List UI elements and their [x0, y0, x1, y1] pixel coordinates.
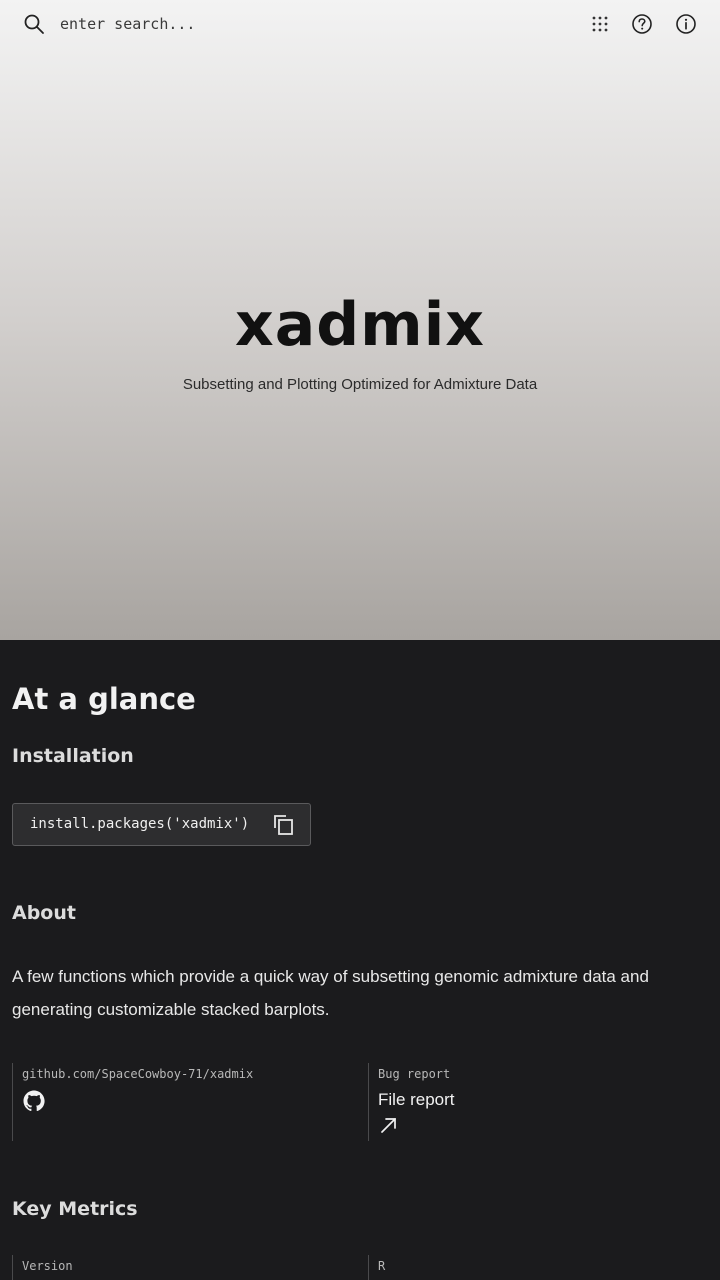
key-metrics-heading: Key Metrics [12, 1198, 138, 1220]
about-heading: About [12, 902, 76, 924]
bug-report-label: Bug report [378, 1067, 451, 1081]
file-report-link[interactable]: File report [378, 1090, 708, 1110]
section-heading: At a glance [12, 682, 196, 716]
help-icon[interactable] [631, 13, 653, 35]
apps-grid-icon[interactable] [589, 13, 611, 35]
copy-icon[interactable] [271, 813, 295, 837]
top-bar [0, 0, 720, 50]
about-description: A few functions which provide a quick wa… [12, 967, 649, 1019]
bug-report-cell: Bug report File report [368, 1063, 708, 1141]
repository-label: github.com/SpaceCowboy-71/xadmix [22, 1067, 254, 1081]
hero-banner: xadmix Subsetting and Plotting Optimized… [0, 0, 720, 640]
search-input[interactable] [54, 10, 354, 38]
package-subtitle: Subsetting and Plotting Optimized for Ad… [182, 376, 538, 393]
installation-heading: Installation [12, 745, 134, 767]
github-icon[interactable] [22, 1089, 46, 1113]
package-title: xadmix [235, 290, 485, 360]
at-a-glance-section: At a glance Installation install.package… [0, 640, 720, 1280]
install-command: install.packages('xadmix') [30, 816, 250, 832]
arrow-up-right-icon[interactable] [378, 1114, 400, 1136]
info-icon[interactable] [675, 13, 697, 35]
r-version-cell: R [368, 1255, 708, 1280]
r-label: R [378, 1259, 386, 1273]
repository-cell: github.com/SpaceCowboy-71/xadmix [12, 1063, 352, 1141]
version-label: Version [22, 1259, 73, 1273]
version-cell: Version [12, 1255, 352, 1280]
install-code-box: install.packages('xadmix') [12, 803, 311, 846]
search-icon[interactable] [23, 13, 45, 35]
